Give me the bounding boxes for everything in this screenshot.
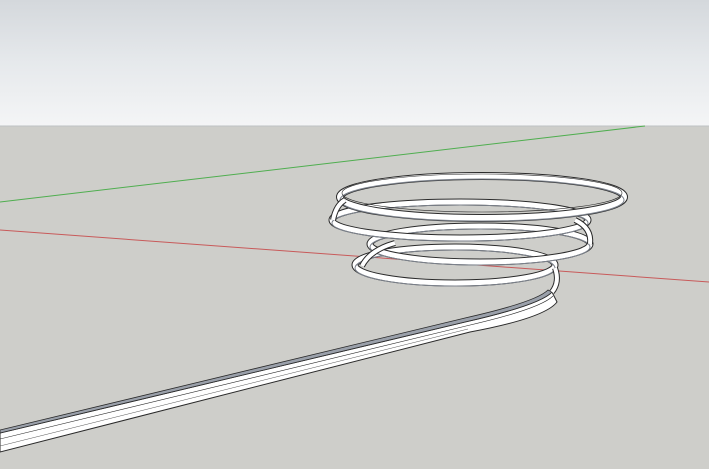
ramp-straight-section — [0, 289, 558, 453]
model-viewport[interactable] — [0, 0, 709, 469]
green-axis — [0, 125, 646, 203]
scene-canvas[interactable] — [0, 0, 709, 469]
coil-top — [336, 172, 628, 222]
red-axis — [0, 229, 709, 283]
spiral-ramp-model[interactable] — [0, 172, 628, 453]
